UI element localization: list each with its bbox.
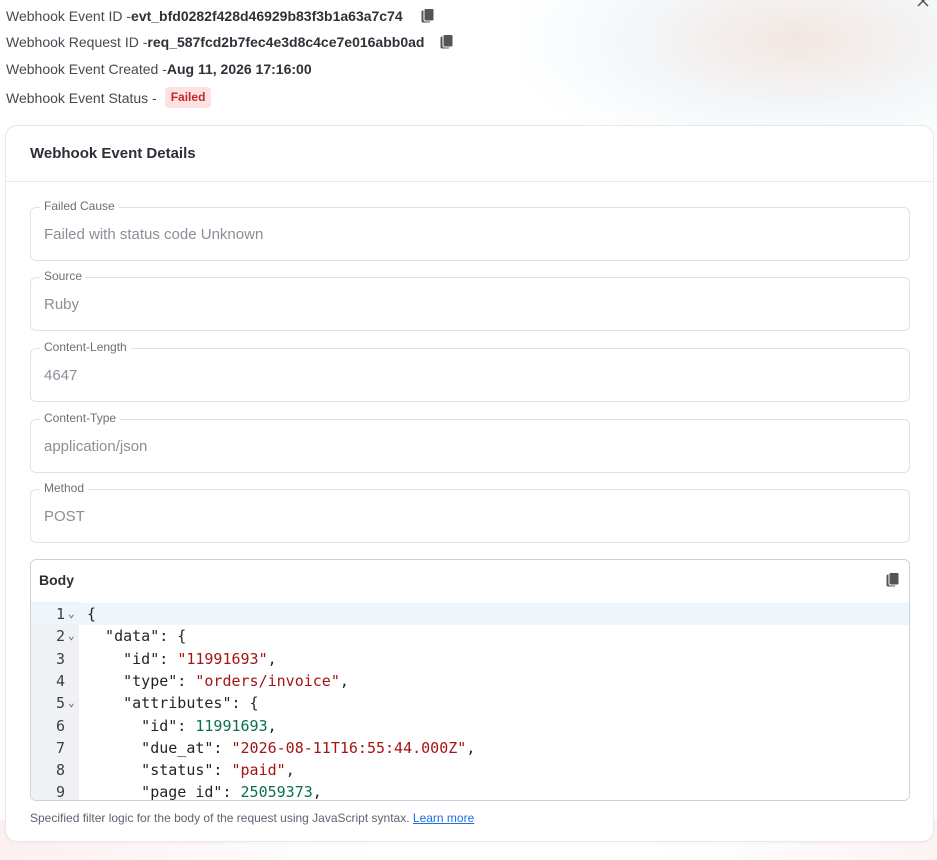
status-label: Webhook Event Status - <box>6 89 157 106</box>
divider <box>6 181 933 182</box>
line-number: 3 <box>55 649 65 668</box>
close-icon[interactable] <box>915 0 931 10</box>
source-field: Source Ruby <box>30 269 910 331</box>
field-value: application/json <box>44 438 148 455</box>
code-text: "id": 11991693, <box>87 716 277 735</box>
helper-text: Specified filter logic for the body of t… <box>30 811 474 825</box>
event-id-label: Webhook Event ID - <box>6 8 132 24</box>
code-line: 7 "due_at": "2026-08-11T16:55:44.000Z", <box>31 737 909 759</box>
line-number: 6 <box>55 716 65 735</box>
status-badge: Failed <box>164 87 212 108</box>
copy-icon[interactable] <box>421 8 437 24</box>
field-label: Method <box>40 481 89 495</box>
line-number: 9 <box>55 783 65 801</box>
code-line: 8 "status": "paid", <box>31 759 909 781</box>
line-number: 1 <box>55 605 65 623</box>
code-line: 5 ⌄ "attributes": { <box>31 692 909 714</box>
code-line: 1 ⌄ { <box>31 603 909 625</box>
field-value: Failed with status code Unknown <box>44 226 264 243</box>
card-title: Webhook Event Details <box>30 145 196 162</box>
created-label: Webhook Event Created - <box>6 61 167 77</box>
fold-chevron-icon[interactable]: ⌄ <box>68 603 75 625</box>
request-id-value: req_587fcd2b7fec4e3d8c4ce7e016abb0ad <box>147 34 425 50</box>
field-value: Ruby <box>44 296 80 313</box>
field-label: Content-Length <box>40 340 131 354</box>
body-editor-panel: Body 1 ⌄{2 ⌄ "data": {3 "id": "11991693", 4… <box>30 559 910 801</box>
line-number: 2 <box>55 627 65 646</box>
code-text: "type": "orders/invoice", <box>87 671 349 690</box>
body-label: Body <box>39 572 74 588</box>
method-field: Method POST <box>30 481 910 543</box>
code-line: 6 "id": 11991693, <box>31 715 909 737</box>
field-label: Source <box>40 269 87 283</box>
code-line: 2 ⌄ "data": { <box>31 625 909 647</box>
event-id-value: evt_bfd0282f428d46929b83f3b1a63a7c74 <box>131 8 403 24</box>
status-row: Webhook Event Status - Failed <box>6 87 212 108</box>
failed-cause-field: Failed Cause Failed with status code Unk… <box>30 199 910 261</box>
line-number: 7 <box>55 738 65 757</box>
code-line: 4 "type": "orders/invoice", <box>31 670 909 692</box>
field-value: POST <box>44 508 85 525</box>
event-id-row: Webhook Event ID - evt_bfd0282f428d46929… <box>6 8 437 24</box>
code-text: "id": "11991693", <box>87 649 277 668</box>
request-id-row: Webhook Request ID - req_587fcd2b7fec4e3… <box>6 34 456 50</box>
code-line: 3 "id": "11991693", <box>31 648 909 670</box>
field-label: Failed Cause <box>40 199 119 213</box>
content-type-field: Content-Type application/json <box>30 411 910 473</box>
learn-more-link[interactable]: Learn more <box>413 811 474 825</box>
code-text: "data": { <box>87 627 187 646</box>
code-editor[interactable]: 1 ⌄{2 ⌄ "data": {3 "id": "11991693", 4 "typ… <box>31 602 909 800</box>
fold-chevron-icon[interactable]: ⌄ <box>68 692 75 714</box>
content-length-field: Content-Length 4647 <box>30 340 910 402</box>
copy-icon[interactable] <box>886 572 900 593</box>
created-row: Webhook Event Created - Aug 11, 2026 17:… <box>6 61 312 77</box>
field-value: 4647 <box>44 367 78 384</box>
code-text: "attributes": { <box>87 694 259 713</box>
code-text: { <box>87 605 97 623</box>
fold-chevron-icon[interactable]: ⌄ <box>68 625 75 647</box>
copy-icon[interactable] <box>440 34 456 50</box>
code-text: "page_id": 25059373, <box>87 783 322 801</box>
request-id-label: Webhook Request ID - <box>6 34 148 50</box>
line-number: 8 <box>55 761 65 780</box>
code-text: "status": "paid", <box>87 761 295 780</box>
created-value: Aug 11, 2026 17:16:00 <box>166 61 312 77</box>
line-number: 4 <box>55 671 65 690</box>
code-line: 9 "page_id": 25059373, <box>31 781 909 801</box>
line-number: 5 <box>55 694 65 713</box>
code-text: "due_at": "2026-08-11T16:55:44.000Z", <box>87 738 476 757</box>
helper-description: Specified filter logic for the body of t… <box>30 811 410 825</box>
webhook-event-details-card: Webhook Event Details Failed Cause Faile… <box>5 125 934 842</box>
field-label: Content-Type <box>40 411 121 425</box>
